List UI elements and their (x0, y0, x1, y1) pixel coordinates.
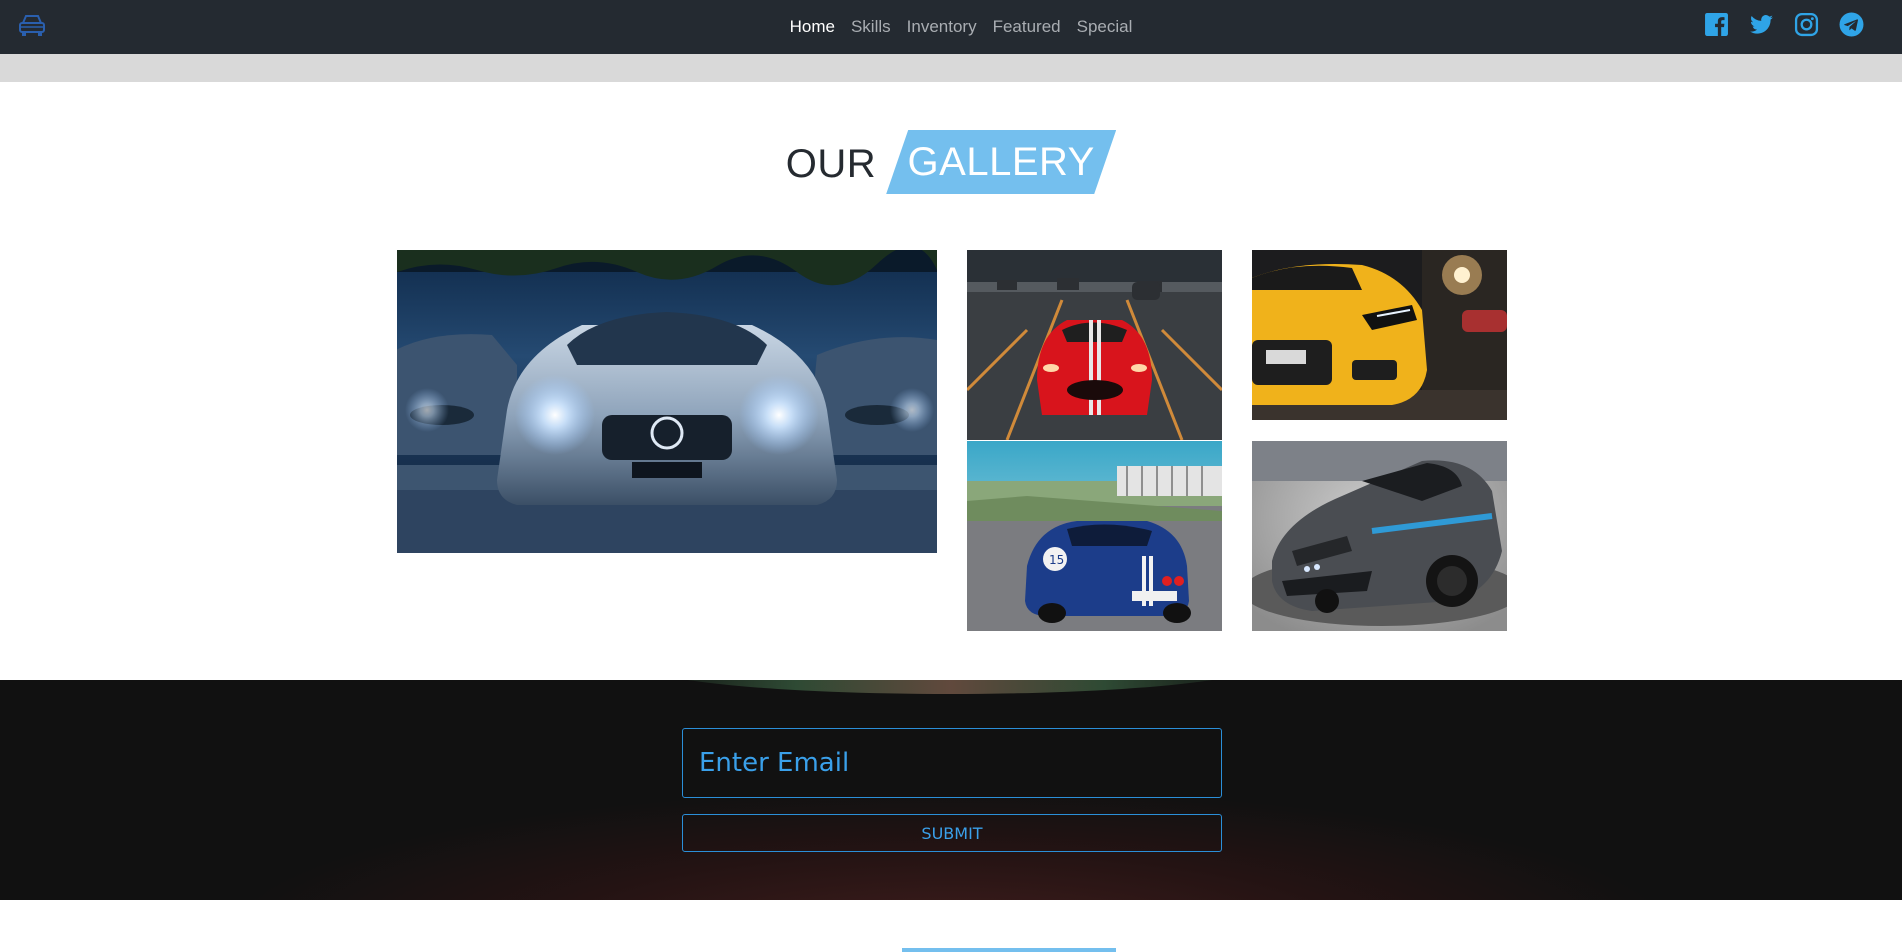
facebook-icon[interactable] (1704, 12, 1729, 37)
car-silhouette-background (640, 680, 1260, 694)
next-section (0, 900, 1902, 952)
section-divider-strip (0, 54, 1902, 82)
yellow-audi-photo[interactable] (1252, 250, 1507, 420)
twitter-icon[interactable] (1749, 12, 1774, 37)
social-links (1704, 12, 1864, 37)
nav-link-inventory[interactable]: Inventory (907, 17, 977, 37)
next-heading-accent (902, 948, 1116, 952)
telegram-icon[interactable] (1839, 12, 1864, 37)
nav-menu: Home Skills Inventory Featured Special (0, 0, 1902, 54)
heading-gallery-badge: GALLERY (886, 130, 1117, 194)
svg-text:15: 15 (1049, 553, 1064, 567)
blue-race-car-photo[interactable]: 15 (967, 441, 1222, 631)
silver-mercedes-photo[interactable] (397, 250, 937, 553)
red-sports-car-photo[interactable] (967, 250, 1222, 440)
nav-link-special[interactable]: Special (1077, 17, 1133, 37)
nav-link-skills[interactable]: Skills (851, 17, 891, 37)
heading-gallery-text: GALLERY (907, 139, 1095, 184)
gallery-heading: OUR GALLERY (0, 130, 1902, 194)
navbar: Home Skills Inventory Featured Special (0, 0, 1902, 54)
nav-link-home[interactable]: Home (790, 17, 835, 37)
gallery-section: OUR GALLERY 15 (0, 82, 1902, 680)
instagram-icon[interactable] (1794, 12, 1819, 37)
grey-corvette-photo[interactable] (1252, 441, 1507, 631)
heading-our-text: OUR (785, 141, 877, 186)
nav-link-featured[interactable]: Featured (993, 17, 1061, 37)
submit-button[interactable]: SUBMIT (682, 814, 1222, 852)
newsletter-section: SUBMIT (0, 680, 1902, 900)
email-field[interactable] (682, 728, 1222, 798)
